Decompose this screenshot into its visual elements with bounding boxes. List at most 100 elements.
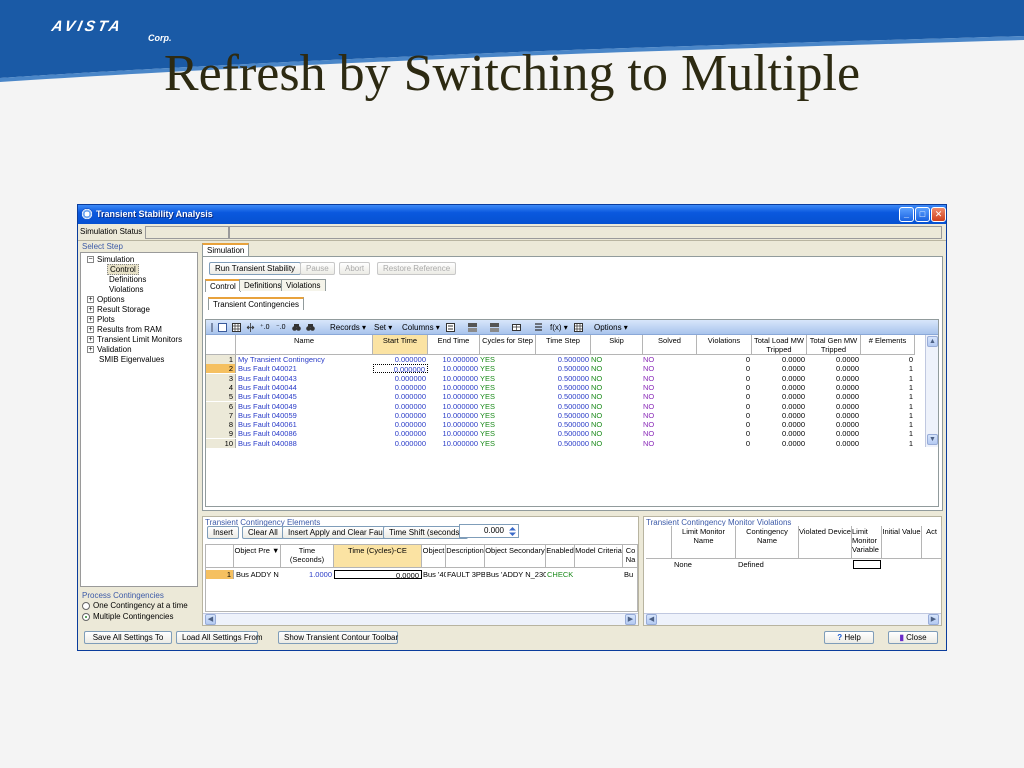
- cell-gen[interactable]: 0.0000: [807, 420, 861, 429]
- cell-viol[interactable]: 0: [697, 439, 752, 448]
- insert-element-button[interactable]: Insert: [207, 526, 240, 539]
- elements-horizontal-scrollbar[interactable]: ◀ ▶: [203, 613, 638, 625]
- blank-doc-icon[interactable]: [218, 323, 227, 332]
- table-row[interactable]: 8 Bus Fault 040061 0.000000 10.000000 YES 0.5…: [206, 420, 924, 430]
- cell-skip[interactable]: NO: [591, 392, 643, 401]
- grid-vertical-scrollbar[interactable]: ▲ ▼: [925, 335, 938, 447]
- grid-options-icon[interactable]: [574, 323, 583, 332]
- cell-load[interactable]: 0.0000: [752, 392, 807, 401]
- decimals-decrease-icon[interactable]: ⁻.0: [276, 323, 286, 331]
- records-menu[interactable]: Records ▾: [330, 323, 366, 332]
- violations-header-act[interactable]: Act: [922, 526, 942, 559]
- cell-start[interactable]: 0.000000: [373, 402, 428, 411]
- abc-alt-icon[interactable]: [490, 323, 499, 332]
- elements-header-co-na[interactable]: Co Na: [623, 545, 637, 568]
- violations-horizontal-scrollbar[interactable]: ◀ ▶: [644, 613, 941, 625]
- columns-menu[interactable]: Columns ▾: [402, 323, 440, 332]
- cell-step[interactable]: 0.500000: [536, 402, 591, 411]
- cell-end[interactable]: 10.000000: [428, 364, 480, 373]
- elements-header-time-cycles[interactable]: Time (Cycles)-CE: [334, 545, 422, 568]
- tree-item-results-from-ram[interactable]: + Results from RAM: [87, 325, 162, 334]
- expand-icon[interactable]: +: [87, 346, 94, 354]
- cell-cycles[interactable]: YES: [480, 439, 536, 448]
- cell-gen[interactable]: 0.0000: [807, 374, 861, 383]
- cell-start[interactable]: 0.000000: [373, 429, 428, 438]
- column-header-cycles-for-step[interactable]: Cycles for Step: [480, 335, 536, 355]
- tree-item-simulation[interactable]: − Simulation: [87, 255, 134, 264]
- time-shift-button[interactable]: Time Shift (seconds): [383, 526, 469, 539]
- find-advanced-icon[interactable]: [306, 323, 315, 332]
- cell-skip[interactable]: NO: [591, 364, 643, 373]
- cell-viol[interactable]: 0: [697, 402, 752, 411]
- column-header-load-mw[interactable]: Total Load MW Tripped: [752, 335, 807, 355]
- cell-step[interactable]: 0.500000: [536, 429, 591, 438]
- cell-cycles[interactable]: YES: [480, 420, 536, 429]
- tree-item-options[interactable]: + Options: [87, 295, 125, 304]
- expand-icon[interactable]: +: [87, 296, 94, 304]
- cell-elem[interactable]: 1: [861, 420, 915, 429]
- cell-step[interactable]: 0.500000: [536, 392, 591, 401]
- load-all-settings-button[interactable]: Load All Settings From: [176, 631, 262, 644]
- tree-item-violations[interactable]: Violations: [109, 285, 144, 294]
- run-transient-stability-button[interactable]: Run Transient Stability: [209, 262, 302, 275]
- column-header-gen-mw[interactable]: Total Gen MW Tripped: [807, 335, 861, 355]
- cell-load[interactable]: 0.0000: [752, 411, 807, 420]
- cell-start[interactable]: 0.000000: [373, 383, 428, 392]
- pause-button[interactable]: Pause: [300, 262, 335, 275]
- tree-item-definitions[interactable]: Definitions: [109, 275, 146, 284]
- tab-simulation[interactable]: Simulation: [202, 243, 250, 256]
- column-header-start-time[interactable]: Start Time: [373, 335, 428, 355]
- cell-skip[interactable]: NO: [591, 420, 643, 429]
- set-menu[interactable]: Set ▾: [374, 323, 392, 332]
- cell-elem[interactable]: 1: [861, 374, 915, 383]
- elements-header-model-criteria[interactable]: Model Criteria: [575, 545, 623, 568]
- violations-header-violated-device[interactable]: Violated Device: [799, 526, 852, 559]
- cell-solved[interactable]: NO: [643, 355, 697, 364]
- cell-end[interactable]: 10.000000: [428, 429, 480, 438]
- cell-viol[interactable]: 0: [697, 420, 752, 429]
- cell-skip[interactable]: NO: [591, 355, 643, 364]
- cell-viol[interactable]: 0: [697, 411, 752, 420]
- cell-name[interactable]: Bus Fault 040049: [238, 402, 373, 411]
- cell-viol[interactable]: 0: [697, 374, 752, 383]
- cell-step[interactable]: 0.500000: [536, 439, 591, 448]
- cell-solved[interactable]: NO: [643, 411, 697, 420]
- cell-name[interactable]: Bus Fault 040043: [238, 374, 373, 383]
- insert-apply-clear-fault-button[interactable]: Insert Apply and Clear Fault: [282, 526, 393, 539]
- cell-start[interactable]: 0.000000: [373, 364, 428, 374]
- cell-gen[interactable]: 0.0000: [807, 355, 861, 364]
- scroll-up-icon[interactable]: ▲: [927, 336, 938, 347]
- tree-item-smib-eigenvalues[interactable]: SMIB Eigenvalues: [99, 355, 164, 364]
- cell-gen[interactable]: 0.0000: [807, 411, 861, 420]
- scroll-down-icon[interactable]: ▼: [927, 434, 938, 445]
- cell-start[interactable]: 0.000000: [373, 420, 428, 429]
- cell-name[interactable]: Bus Fault 040088: [238, 439, 373, 448]
- cell-end[interactable]: 10.000000: [428, 411, 480, 420]
- scroll-left-icon[interactable]: ◀: [205, 614, 216, 625]
- cell-start[interactable]: 0.000000: [373, 439, 428, 448]
- show-contour-toolbar-button[interactable]: Show Transient Contour Toolbar: [278, 631, 398, 644]
- cell-load[interactable]: 0.0000: [752, 383, 807, 392]
- spinner-arrows-icon[interactable]: [508, 526, 517, 537]
- cell-step[interactable]: 0.500000: [536, 411, 591, 420]
- cell-gen[interactable]: 0.0000: [807, 429, 861, 438]
- elements-header-description[interactable]: Description: [446, 545, 485, 568]
- tree-item-validation[interactable]: + Validation: [87, 345, 132, 354]
- cell-elem[interactable]: 1: [861, 402, 915, 411]
- subtab-violations[interactable]: Violations: [281, 279, 326, 291]
- radio-multiple-contingencies[interactable]: Multiple Contingencies: [82, 612, 174, 621]
- violations-selected-cell[interactable]: [853, 560, 881, 569]
- cell-skip[interactable]: NO: [591, 429, 643, 438]
- cell-skip[interactable]: NO: [591, 411, 643, 420]
- cell-end[interactable]: 10.000000: [428, 374, 480, 383]
- cell-gen[interactable]: 0.0000: [807, 402, 861, 411]
- column-header-elements[interactable]: # Elements: [861, 335, 915, 355]
- column-header-end-time[interactable]: End Time: [428, 335, 480, 355]
- expand-icon[interactable]: +: [87, 306, 94, 314]
- cell-elem[interactable]: 0: [861, 355, 915, 364]
- column-header-violations[interactable]: Violations: [697, 335, 752, 355]
- table-row[interactable]: 10 Bus Fault 040088 0.000000 10.000000 YES 0.…: [206, 438, 924, 448]
- cell-end[interactable]: 10.000000: [428, 355, 480, 364]
- cell-end[interactable]: 10.000000: [428, 439, 480, 448]
- scroll-right-icon[interactable]: ▶: [625, 614, 636, 625]
